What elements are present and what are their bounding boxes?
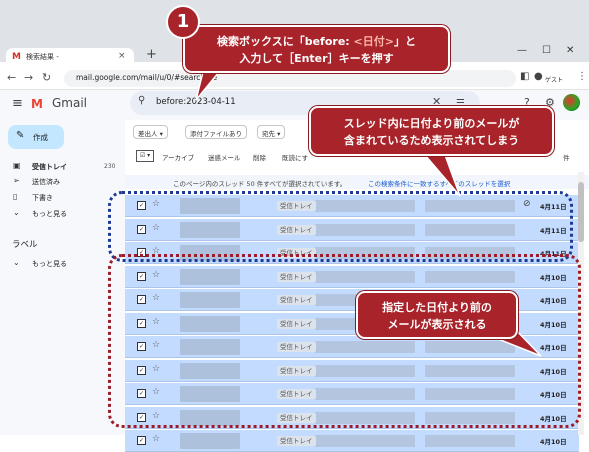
inbox-label-tag: 受信トレイ (277, 436, 316, 446)
callout-1-accent: <日付> (353, 35, 394, 48)
callout-result-note: 指定した日付より前の メールが表示される (356, 291, 518, 339)
row-date: 4月10日 (540, 438, 567, 446)
callout-1-text-b: 」と (393, 35, 416, 48)
row-checkbox[interactable]: ✓ (137, 436, 146, 445)
star-icon[interactable]: ☆ (152, 434, 160, 444)
callout-1-line-1: 検索ボックスに「before: <日付>」と (185, 33, 448, 50)
redacted-snippet (425, 435, 515, 447)
callout-1-pointer (195, 71, 221, 101)
redacted-subject (315, 435, 415, 447)
redacted-sender (180, 433, 240, 449)
step-number-badge: 1 (166, 5, 200, 39)
callout-thread-note: スレッド内に日付より前のメールが 含まれているため表示されてしまう (309, 106, 554, 156)
callout-1-text-a: 検索ボックスに「before: (217, 35, 354, 48)
callout-2-pointer (423, 154, 461, 197)
callout-2-line-2: 含まれているため表示されてしまう (343, 134, 520, 147)
callout-3-line-2: メールが表示される (387, 318, 487, 331)
callout-step-1: 検索ボックスに「before: <日付>」と 入力して［Enter］キーを押す (183, 25, 450, 73)
callout-1-line-2: 入力して［Enter］キーを押す (239, 52, 394, 65)
callout-3-line-1: 指定した日付より前の (382, 301, 492, 314)
callout-2-line-1: スレッド内に日付より前のメールが (343, 117, 520, 130)
